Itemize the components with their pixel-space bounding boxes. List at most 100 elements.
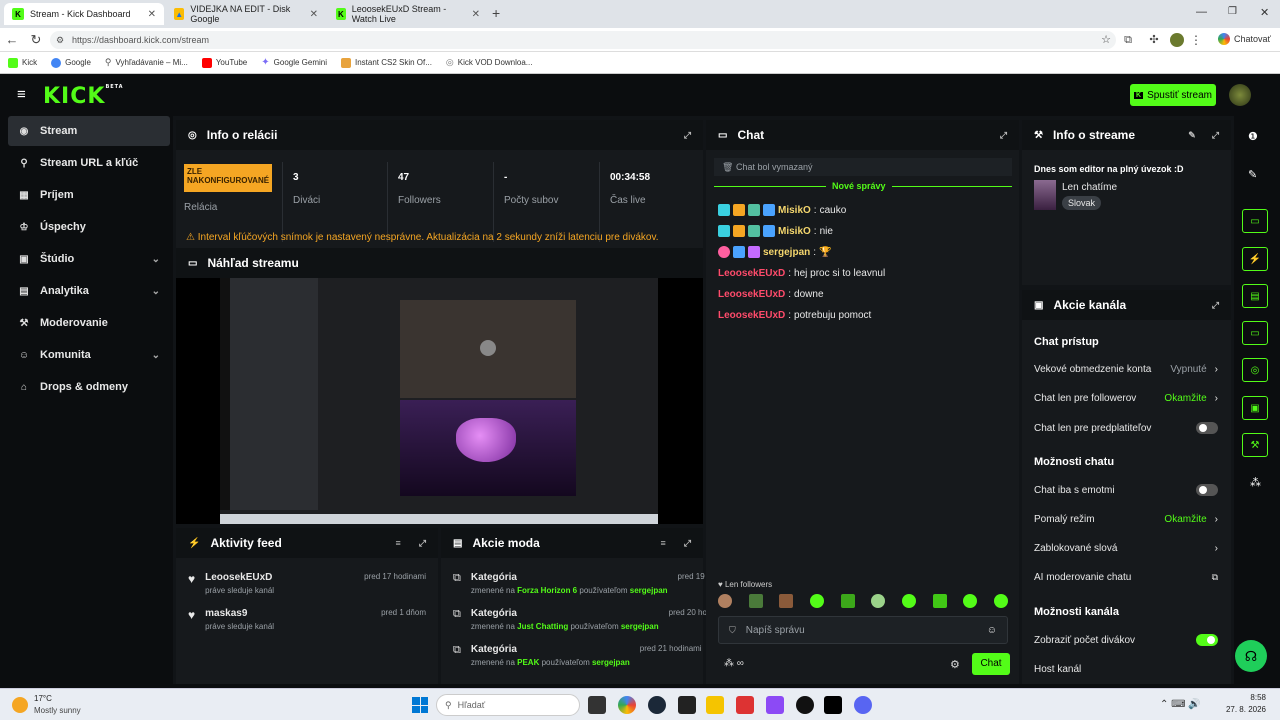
bolt-icon[interactable]: ⚡ (1242, 247, 1268, 271)
system-tray-icons[interactable]: ⌃ ⌨ 🔊 (1160, 699, 1201, 710)
preview-video[interactable] (176, 278, 703, 524)
emotes-only-toggle[interactable] (1196, 484, 1218, 496)
url-input[interactable]: ⚙ https://dashboard.kick.com/stream (50, 31, 1116, 49)
emote-icon[interactable] (840, 594, 855, 608)
discord-icon[interactable] (854, 696, 872, 714)
bookmark-star-icon[interactable]: ☆ (1098, 32, 1114, 48)
app-icon[interactable] (766, 696, 784, 714)
emote-icon[interactable] (901, 594, 916, 608)
kick-logo[interactable]: KICKBETA (43, 84, 124, 109)
emote-icon[interactable] (748, 594, 763, 608)
taskbar-search-input[interactable]: ⚲ Hľadať (436, 694, 580, 716)
chat-input[interactable]: ⛉ Napíš správu ☺ (718, 616, 1008, 644)
sidebar-item-income[interactable]: ▦ Príjem (8, 180, 170, 210)
sidebar-item-achievements[interactable]: ♔ Úspechy (8, 212, 170, 242)
sidebar-item-community[interactable]: ☺ Komunita ⌄ (8, 340, 170, 370)
chrome-icon[interactable] (618, 696, 636, 714)
settings-gear-icon[interactable]: ⚙ (950, 658, 960, 671)
obs-icon[interactable] (796, 696, 814, 714)
bookmark-gemini[interactable]: ✦ Google Gemini (261, 57, 327, 68)
bookmark-kick-vod[interactable]: ◎ Kick VOD Downloa... (446, 57, 533, 68)
bookmark-kick[interactable]: Kick (8, 57, 37, 68)
filter-icon[interactable]: ≡ (396, 538, 401, 548)
emote-icon[interactable] (871, 594, 886, 608)
copilot-chat-button[interactable]: Chatovať (1218, 33, 1271, 45)
close-tab-icon[interactable]: ✕ (472, 9, 480, 20)
sidebar-item-stream[interactable]: ◉ Stream (8, 116, 170, 146)
support-headset-icon[interactable]: ☊ (1235, 640, 1267, 672)
close-window-icon[interactable]: ✕ (1260, 6, 1269, 19)
shop-icon[interactable]: ▣ (1242, 396, 1268, 420)
site-info-icon[interactable]: ⚙ (56, 31, 64, 49)
close-tab-icon[interactable]: ✕ (310, 9, 318, 20)
back-icon[interactable]: ← (4, 32, 20, 48)
profile-avatar[interactable] (1170, 33, 1184, 47)
minimize-icon[interactable]: — (1196, 6, 1207, 18)
expand-icon[interactable]: ⤢ (1212, 300, 1219, 311)
tab-kick-stream[interactable]: K LeoosekEUxD Stream - Watch Live ✕ (328, 3, 488, 25)
info-panel-icon[interactable]: ◎ (1242, 358, 1268, 382)
sidebar-item-studio[interactable]: ▣ Štúdio ⌄ (8, 244, 170, 274)
wrench-icon[interactable]: ⚒ (1242, 433, 1268, 457)
list-icon[interactable]: ▤ (1242, 284, 1268, 308)
sidebar-item-moderation[interactable]: ⚒ Moderovanie (8, 308, 170, 338)
bookmark-google[interactable]: Google (51, 57, 91, 68)
subs-only-toggle[interactable] (1196, 422, 1218, 434)
tab-google-drive[interactable]: ▲ VIDEJKA NA EDIT - Disk Google ✕ (166, 3, 326, 25)
expand-icon[interactable]: ⤢ (419, 538, 426, 549)
sidebar-item-drops[interactable]: ⌂ Drops & odmeny (8, 372, 170, 402)
emote-icon[interactable] (932, 594, 947, 608)
slow-mode-setting[interactable]: Pomalý režim Okamžite › (1034, 514, 1218, 525)
menu-dots-icon[interactable]: ⋮ (1190, 33, 1202, 47)
preview-panel-icon[interactable]: ▭ (1242, 209, 1268, 233)
reload-icon[interactable]: ↻ (28, 32, 44, 48)
capcut-icon[interactable] (824, 696, 842, 714)
panel-title: Info o streame (1052, 128, 1135, 142)
chat-bubble-icon[interactable]: ▭ (1242, 321, 1268, 345)
tab-kick-dashboard[interactable]: K Stream - Kick Dashboard ✕ (4, 3, 164, 25)
host-channel-setting[interactable]: Host kanál (1034, 664, 1218, 675)
user-avatar[interactable] (1229, 84, 1251, 106)
hamburger-menu-icon[interactable]: ≡ (17, 86, 26, 103)
age-restriction-setting[interactable]: Vekové obmedzenie konta Vypnuté › (1034, 364, 1218, 375)
emote-icon[interactable] (718, 594, 732, 608)
close-tab-icon[interactable]: ✕ (148, 9, 156, 20)
emote-icon[interactable] (993, 594, 1008, 608)
task-view-icon[interactable] (588, 696, 606, 714)
extensions-icon[interactable]: ⧉ (1120, 32, 1136, 48)
info-icon[interactable]: ❶ (1248, 130, 1258, 143)
expand-icon[interactable]: ⤢ (1000, 130, 1007, 141)
edit-pencil-icon[interactable]: ✎ (1248, 168, 1257, 181)
puzzle-icon[interactable]: ✣ (1146, 32, 1162, 48)
windows-start-icon[interactable] (412, 697, 428, 713)
new-tab-icon[interactable]: + (492, 5, 500, 21)
maps-icon[interactable] (736, 696, 754, 714)
expand-icon[interactable]: ⤢ (1212, 130, 1219, 141)
expand-icon[interactable]: ⤢ (684, 130, 691, 141)
emote-icon[interactable] (809, 594, 824, 608)
bookmark-cs2[interactable]: Instant CS2 Skin Of... (341, 57, 432, 68)
start-stream-button[interactable]: K Spustiť stream (1130, 84, 1216, 106)
expand-icon[interactable]: ⤢ (684, 538, 691, 549)
steam-icon[interactable] (648, 696, 666, 714)
emote-icon[interactable] (779, 594, 794, 608)
viewer-count-toggle[interactable] (1196, 634, 1218, 646)
sidebar-item-analytics[interactable]: ▤ Analytika ⌄ (8, 276, 170, 306)
emote-icon[interactable] (963, 594, 978, 608)
maximize-icon[interactable]: ❐ (1228, 6, 1237, 17)
ai-moderation-setting[interactable]: AI moderovanie chatu ⧉ (1034, 572, 1218, 583)
send-chat-button[interactable]: Chat (972, 653, 1010, 675)
chat-stats-icon[interactable]: ⁂ ∞ (724, 658, 744, 669)
sidebar-item-stream-url[interactable]: ⚲ Stream URL a kľúč (8, 148, 170, 178)
bookmark-youtube[interactable]: YouTube (201, 57, 247, 68)
blocked-words-setting[interactable]: Zablokované slová › (1034, 543, 1218, 554)
edit-pencil-icon[interactable]: ✎ (1188, 130, 1196, 141)
url-text: https://dashboard.kick.com/stream (72, 35, 210, 45)
app-icon[interactable] (706, 696, 724, 714)
filter-icon[interactable]: ≡ (661, 538, 666, 548)
emoji-icon[interactable]: ☺ (987, 625, 997, 636)
followers-only-setting[interactable]: Chat len pre followerov Okamžite › (1034, 393, 1218, 404)
capcut-icon[interactable] (678, 696, 696, 714)
add-widget-icon[interactable]: ⁂ (1250, 476, 1261, 489)
bookmark-search[interactable]: ⚲ Vyhľadávanie – Mi... (105, 57, 188, 68)
